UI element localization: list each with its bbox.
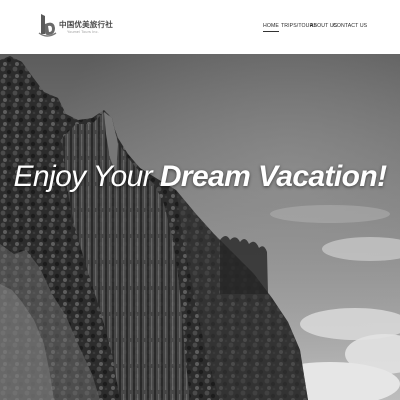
hero-title-part2: Dream Vacation! <box>159 160 387 193</box>
nav-item-home[interactable]: HOME <box>263 23 279 32</box>
hero-banner: Enjoy Your Dream Vacation! <box>0 54 400 400</box>
site-header: 中国优美旅行社 Youmei Tours Inc. HOME TRIPS/TOU… <box>0 0 400 54</box>
site-logo[interactable]: 中国优美旅行社 Youmei Tours Inc. <box>38 12 158 42</box>
logo-name: 中国优美旅行社 <box>59 20 113 29</box>
hero-title: Enjoy Your Dream Vacation! <box>0 160 400 194</box>
hero-background-image <box>0 54 400 400</box>
hero-title-part1: Enjoy Your <box>13 160 153 193</box>
nav-item-contact-us[interactable]: CONTACT US <box>333 23 367 29</box>
logo-subtitle: Youmei Tours Inc. <box>67 30 99 34</box>
logo-mark-icon <box>38 14 57 37</box>
